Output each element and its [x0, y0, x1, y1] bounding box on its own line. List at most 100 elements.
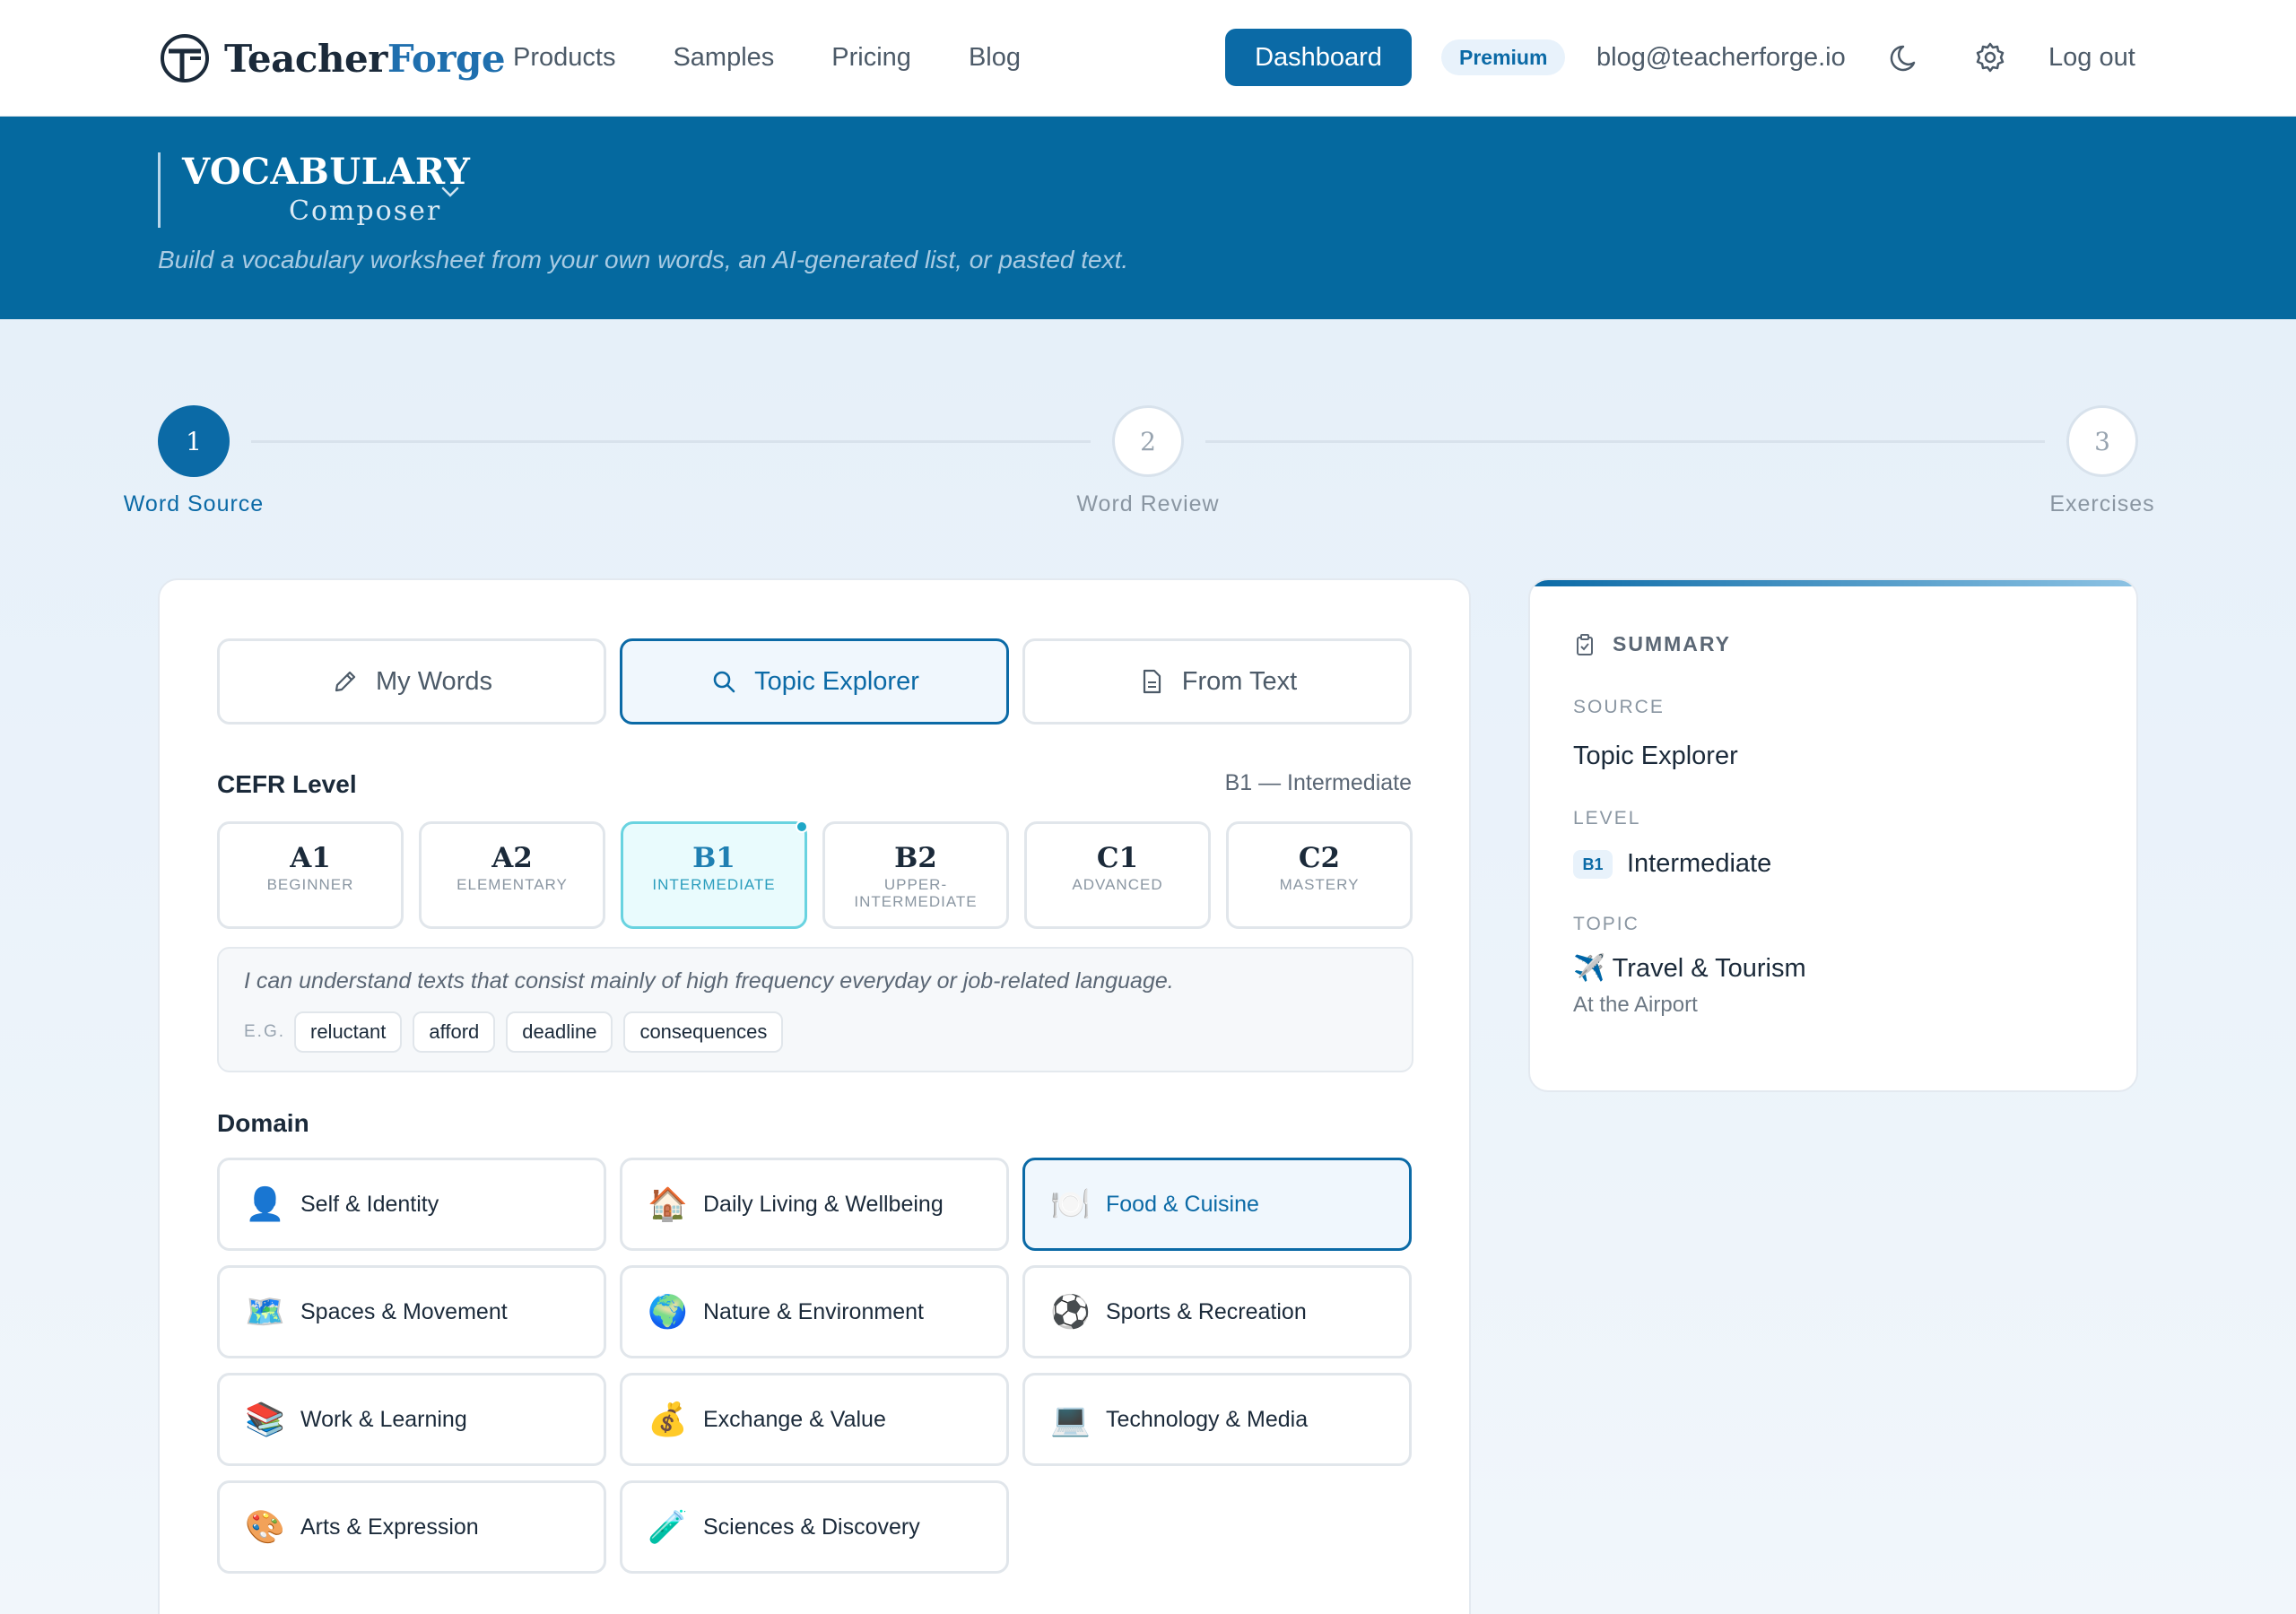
summary-accent-bar — [1530, 580, 2136, 586]
step-3-label[interactable]: Exercises — [1986, 491, 2219, 517]
cefr-level-a1[interactable]: A1 BEGINNER — [217, 821, 404, 929]
domain-label: Technology & Media — [1106, 1406, 1309, 1432]
logo[interactable]: TeacherForge — [158, 29, 506, 88]
cefr-level-b1[interactable]: B1 INTERMEDIATE — [621, 820, 808, 929]
summary-topic-value: ✈️ Travel & Tourism — [1573, 953, 1806, 984]
examples-label: E.G. — [244, 1022, 286, 1041]
hero-accent-bar — [158, 152, 161, 228]
tool-subtitle: Composer — [289, 195, 442, 227]
money-bag-icon: 💰 — [648, 1401, 688, 1438]
domain-label: Nature & Environment — [703, 1298, 924, 1324]
cefr-level-c2[interactable]: C2 MASTERY — [1226, 821, 1413, 929]
level-name: BEGINNER — [266, 876, 354, 893]
step-1-label[interactable]: Word Source — [77, 491, 310, 517]
domain-sports-recreation[interactable]: ⚽ Sports & Recreation — [1022, 1265, 1412, 1358]
moon-icon[interactable] — [1887, 39, 1923, 75]
hero-banner: VOCABULARY Composer Build a vocabulary w… — [0, 117, 2296, 319]
level-code: B1 — [692, 842, 735, 874]
airplane-icon: ✈️ — [1573, 954, 1606, 983]
step-3-circle[interactable]: 3 — [2066, 405, 2138, 477]
domain-sciences-discovery[interactable]: 🧪 Sciences & Discovery — [620, 1480, 1009, 1574]
tab-label: Topic Explorer — [754, 666, 919, 696]
domain-label: Sciences & Discovery — [703, 1514, 920, 1540]
tool-title[interactable]: VOCABULARY — [182, 151, 470, 193]
level-description-box: I can understand texts that consist main… — [217, 947, 1413, 1072]
summary-level-value: B1 Intermediate — [1573, 849, 1772, 880]
level-name: ELEMENTARY — [457, 876, 568, 893]
person-icon: 👤 — [245, 1186, 285, 1223]
cefr-selected-note: B1 — Intermediate — [1224, 770, 1412, 795]
tab-label: My Words — [376, 666, 492, 696]
summary-source-value: Topic Explorer — [1573, 742, 1738, 770]
palette-icon: 🎨 — [245, 1509, 285, 1546]
domain-technology-media[interactable]: 💻 Technology & Media — [1022, 1373, 1412, 1466]
level-code: C2 — [1298, 842, 1341, 874]
domain-label: Daily Living & Wellbeing — [703, 1191, 944, 1217]
summary-header: SUMMARY — [1573, 632, 1731, 656]
summary-subtopic: At the Airport — [1573, 993, 1698, 1017]
domain-food-cuisine[interactable]: 🍽️ Food & Cuisine — [1022, 1158, 1412, 1251]
user-email[interactable]: blog@teacherforge.io — [1596, 41, 1846, 74]
tab-my-words[interactable]: My Words — [217, 638, 606, 725]
nav-links: Products Samples Pricing Blog — [513, 41, 1078, 74]
top-navigation: TeacherForge Products Samples Pricing Bl… — [0, 0, 2296, 117]
map-icon: 🗺️ — [245, 1294, 285, 1331]
domain-label: Sports & Recreation — [1106, 1298, 1307, 1324]
domain-label: Spaces & Movement — [300, 1298, 508, 1324]
level-description: I can understand texts that consist main… — [244, 968, 1174, 994]
nav-link-pricing[interactable]: Pricing — [831, 41, 911, 74]
cefr-level-b2[interactable]: B2 UPPER-INTERMEDIATE — [822, 821, 1009, 929]
summary-title: SUMMARY — [1613, 632, 1731, 655]
domain-exchange-value[interactable]: 💰 Exchange & Value — [620, 1373, 1009, 1466]
step-1-circle[interactable]: 1 — [158, 405, 230, 477]
step-connector — [1205, 440, 2045, 443]
domain-label: Arts & Expression — [300, 1514, 479, 1540]
domain-arts-expression[interactable]: 🎨 Arts & Expression — [217, 1480, 606, 1574]
summary-level-label: LEVEL — [1573, 808, 1641, 829]
tab-topic-explorer[interactable]: Topic Explorer — [620, 638, 1009, 725]
summary-topic-label: TOPIC — [1573, 914, 1639, 934]
example-word-chip: deadline — [506, 1011, 613, 1053]
globe-icon: 🌍 — [648, 1294, 688, 1331]
tab-from-text[interactable]: From Text — [1022, 638, 1412, 725]
example-words: reluctant afford deadline consequences — [294, 1011, 784, 1053]
domain-spaces-movement[interactable]: 🗺️ Spaces & Movement — [217, 1265, 606, 1358]
logo-icon — [161, 34, 209, 82]
domain-work-learning[interactable]: 📚 Work & Learning — [217, 1373, 606, 1466]
chevron-down-icon[interactable] — [438, 179, 463, 204]
test-tube-icon: 🧪 — [648, 1509, 688, 1546]
domain-label: Self & Identity — [300, 1191, 439, 1217]
domain-label: Food & Cuisine — [1106, 1191, 1259, 1217]
level-name: MASTERY — [1279, 876, 1360, 893]
level-name: INTERMEDIATE — [652, 876, 776, 893]
search-icon — [713, 671, 735, 693]
cefr-title: CEFR Level — [217, 770, 357, 798]
tab-label: From Text — [1181, 666, 1298, 696]
dashboard-button[interactable]: Dashboard — [1225, 29, 1412, 86]
step-2-label[interactable]: Word Review — [1031, 491, 1265, 517]
domain-daily-living[interactable]: 🏠 Daily Living & Wellbeing — [620, 1158, 1009, 1251]
nav-link-samples[interactable]: Samples — [673, 41, 774, 74]
logout-link[interactable]: Log out — [2048, 41, 2135, 74]
summary-card: SUMMARY SOURCE Topic Explorer LEVEL B1 In… — [1528, 578, 2138, 1092]
cefr-level-c1[interactable]: C1 ADVANCED — [1024, 821, 1211, 929]
premium-badge: Premium — [1441, 39, 1566, 75]
tool-description: Build a vocabulary worksheet from your o… — [158, 246, 1129, 273]
domain-nature-environment[interactable]: 🌍 Nature & Environment — [620, 1265, 1009, 1358]
nav-link-blog[interactable]: Blog — [969, 41, 1021, 74]
pencil-icon — [335, 671, 356, 692]
step-2-circle[interactable]: 2 — [1112, 405, 1184, 477]
gear-icon[interactable] — [1972, 39, 2008, 75]
plate-icon: 🍽️ — [1050, 1186, 1091, 1223]
level-badge: B1 — [1573, 850, 1613, 880]
cefr-level-a2[interactable]: A2 ELEMENTARY — [419, 821, 605, 929]
level-text: Intermediate — [1627, 849, 1772, 878]
domain-self-identity[interactable]: 👤 Self & Identity — [217, 1158, 606, 1251]
example-word-chip: consequences — [623, 1011, 784, 1053]
word-source-card: My Words Topic Explorer From Text CEFR L… — [158, 578, 1471, 1614]
example-word-chip: reluctant — [294, 1011, 403, 1053]
clipboard-icon — [1577, 633, 1593, 655]
topic-text: Travel & Tourism — [1612, 954, 1806, 983]
nav-link-products[interactable]: Products — [513, 41, 615, 74]
level-name: UPPER-INTERMEDIATE — [854, 876, 978, 910]
